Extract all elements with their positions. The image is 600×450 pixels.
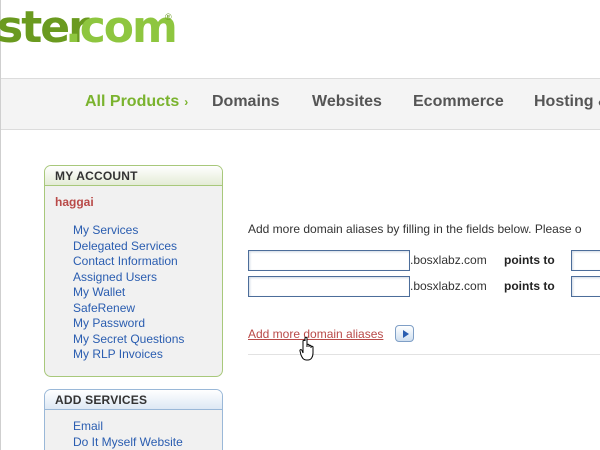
registered-mark: ® <box>165 12 172 22</box>
nav-item-all-products[interactable]: All Products › <box>85 93 188 111</box>
account-link-contact-information[interactable]: Contact Information <box>73 254 222 270</box>
chevron-right-icon: › <box>184 95 189 109</box>
add-services-panel: ADD SERVICES Email Do It Myself Website <box>44 389 223 450</box>
nav-item-ecommerce[interactable]: Ecommerce <box>413 93 504 111</box>
account-link-my-rlp-invoices[interactable]: My RLP Invoices <box>73 347 222 363</box>
my-account-panel: MY ACCOUNT haggai My Services Delegated … <box>44 165 223 377</box>
points-to-label: points to <box>504 253 555 267</box>
domain-suffix: .bosxlabz.com <box>410 279 487 293</box>
page-frame: ster .com ® All Products › Domains Websit… <box>0 0 600 450</box>
add-services-heading: ADD SERVICES <box>45 390 222 410</box>
account-link-my-password[interactable]: My Password <box>73 316 222 332</box>
domain-suffix: .bosxlabz.com <box>410 253 487 267</box>
nav-item-domains[interactable]: Domains <box>212 93 280 111</box>
account-link-my-secret-questions[interactable]: My Secret Questions <box>73 332 222 348</box>
main-nav: All Products › Domains Websites Ecommerce… <box>1 78 600 130</box>
account-username: haggai <box>55 195 94 209</box>
nav-item-websites[interactable]: Websites <box>312 93 382 111</box>
alias-target-input[interactable] <box>571 276 600 297</box>
my-account-heading: MY ACCOUNT <box>45 166 222 186</box>
account-link-assigned-users[interactable]: Assigned Users <box>73 270 222 286</box>
alias-name-input[interactable] <box>248 276 410 297</box>
account-link-delegated-services[interactable]: Delegated Services <box>73 239 222 255</box>
points-to-label: points to <box>504 279 555 293</box>
play-arrow-icon[interactable] <box>395 325 414 342</box>
service-link-email[interactable]: Email <box>73 419 222 435</box>
add-services-links: Email Do It Myself Website <box>45 410 222 450</box>
logo-text-part2: .com <box>65 2 178 53</box>
account-link-saferenew[interactable]: SafeRenew <box>73 301 222 317</box>
nav-item-hosting[interactable]: Hosting & <box>534 93 600 111</box>
alias-name-input[interactable] <box>248 250 410 271</box>
service-link-do-it-myself-website[interactable]: Do It Myself Website <box>73 435 222 450</box>
alias-target-input[interactable] <box>571 250 600 271</box>
account-link-my-services[interactable]: My Services <box>73 223 222 239</box>
account-links: My Services Delegated Services Contact I… <box>45 212 222 363</box>
nav-item-label: All Products <box>85 93 180 110</box>
account-link-my-wallet[interactable]: My Wallet <box>73 285 222 301</box>
instructions-text: Add more domain aliases by filling in th… <box>248 222 582 236</box>
hand-pointer-icon <box>299 336 314 361</box>
